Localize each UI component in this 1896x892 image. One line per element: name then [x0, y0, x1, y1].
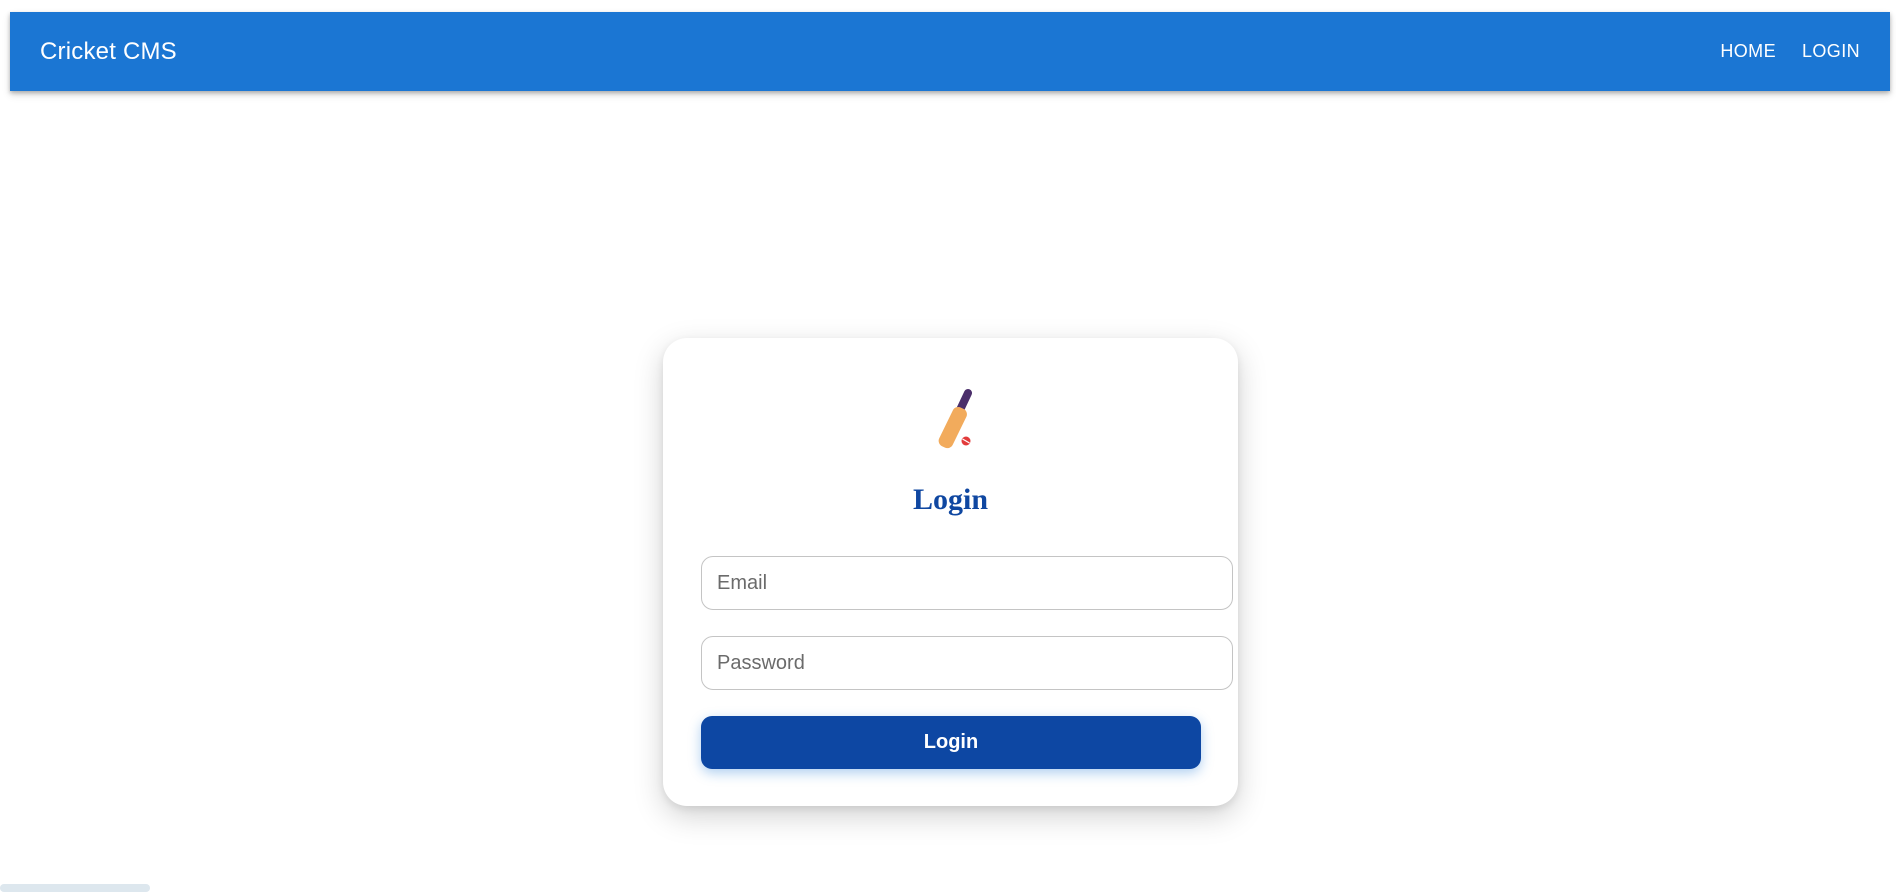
login-title: Login: [912, 483, 989, 516]
password-field[interactable]: [701, 636, 1233, 690]
nav-home-link[interactable]: HOME: [1720, 35, 1776, 68]
bottom-scroll-indicator: [0, 884, 150, 892]
nav-login-link[interactable]: LOGIN: [1802, 35, 1860, 68]
top-strip: [0, 0, 1896, 12]
app-bar: Cricket CMS HOME LOGIN: [10, 12, 1890, 91]
login-button[interactable]: Login: [701, 716, 1201, 769]
login-card: Login Login: [663, 338, 1238, 806]
cricket-bat-ball-icon: [925, 388, 985, 454]
app-title: Cricket CMS: [40, 37, 177, 65]
top-nav: HOME LOGIN: [1720, 35, 1860, 68]
email-field[interactable]: [701, 556, 1233, 610]
